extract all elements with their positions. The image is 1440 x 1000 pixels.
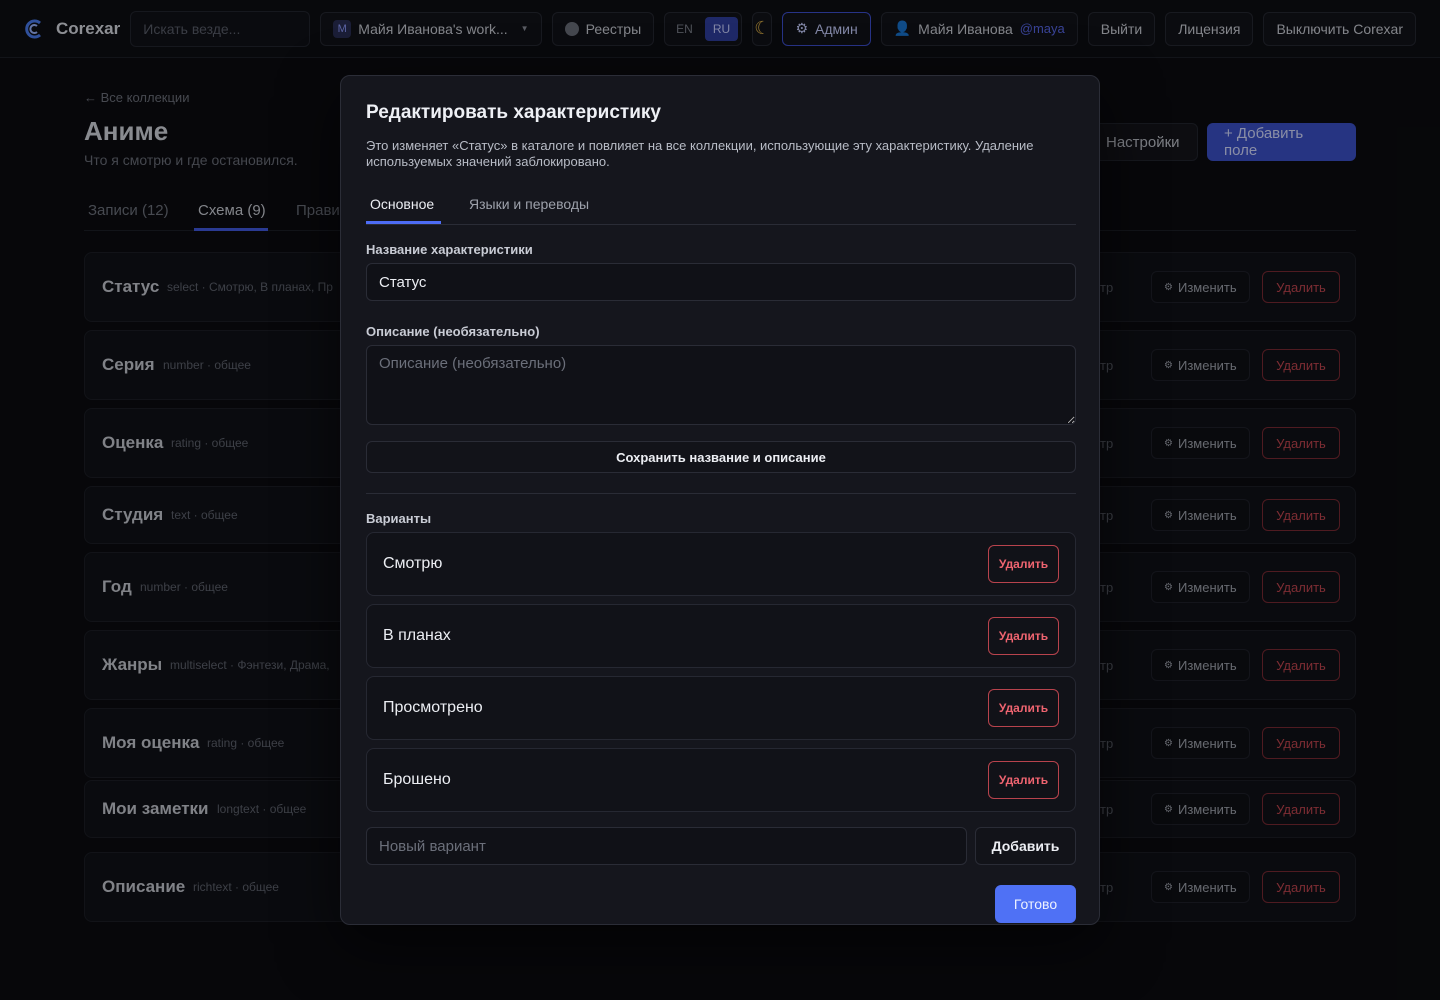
tab-languages[interactable]: Языки и переводы	[469, 196, 589, 212]
option-row: Брошено Удалить	[366, 748, 1076, 812]
delete-option-button[interactable]: Удалить	[988, 617, 1059, 655]
option-row: Просмотрено Удалить	[366, 676, 1076, 740]
description-label: Описание (необязательно)	[366, 324, 540, 339]
save-name-description-button[interactable]: Сохранить название и описание	[366, 441, 1076, 473]
delete-option-button[interactable]: Удалить	[988, 545, 1059, 583]
add-option-button[interactable]: Добавить	[975, 827, 1076, 865]
edit-characteristic-dialog: Редактировать характеристику Это изменяе…	[340, 75, 1100, 925]
option-label: Просмотрено	[383, 699, 483, 716]
section-divider	[366, 493, 1076, 494]
options-label: Варианты	[366, 511, 432, 526]
dialog-tabs: Основное Языки и переводы	[366, 186, 1076, 225]
option-row: В планах Удалить	[366, 604, 1076, 668]
done-button[interactable]: Готово	[995, 885, 1076, 923]
option-label: Смотрю	[383, 555, 443, 572]
tab-main[interactable]: Основное	[370, 196, 434, 212]
dialog-tab-indicator	[366, 221, 441, 224]
delete-option-button[interactable]: Удалить	[988, 761, 1059, 799]
delete-option-button[interactable]: Удалить	[988, 689, 1059, 727]
dialog-title: Редактировать характеристику	[366, 102, 661, 123]
name-label: Название характеристики	[366, 242, 533, 257]
new-option-input[interactable]	[366, 827, 967, 865]
option-row: Смотрю Удалить	[366, 532, 1076, 596]
name-input[interactable]	[366, 263, 1076, 301]
option-label: В планах	[383, 627, 451, 644]
description-textarea[interactable]	[366, 345, 1076, 425]
option-label: Брошено	[383, 771, 451, 788]
dialog-description: Это изменяет «Статус» в каталоге и повли…	[366, 138, 1034, 169]
